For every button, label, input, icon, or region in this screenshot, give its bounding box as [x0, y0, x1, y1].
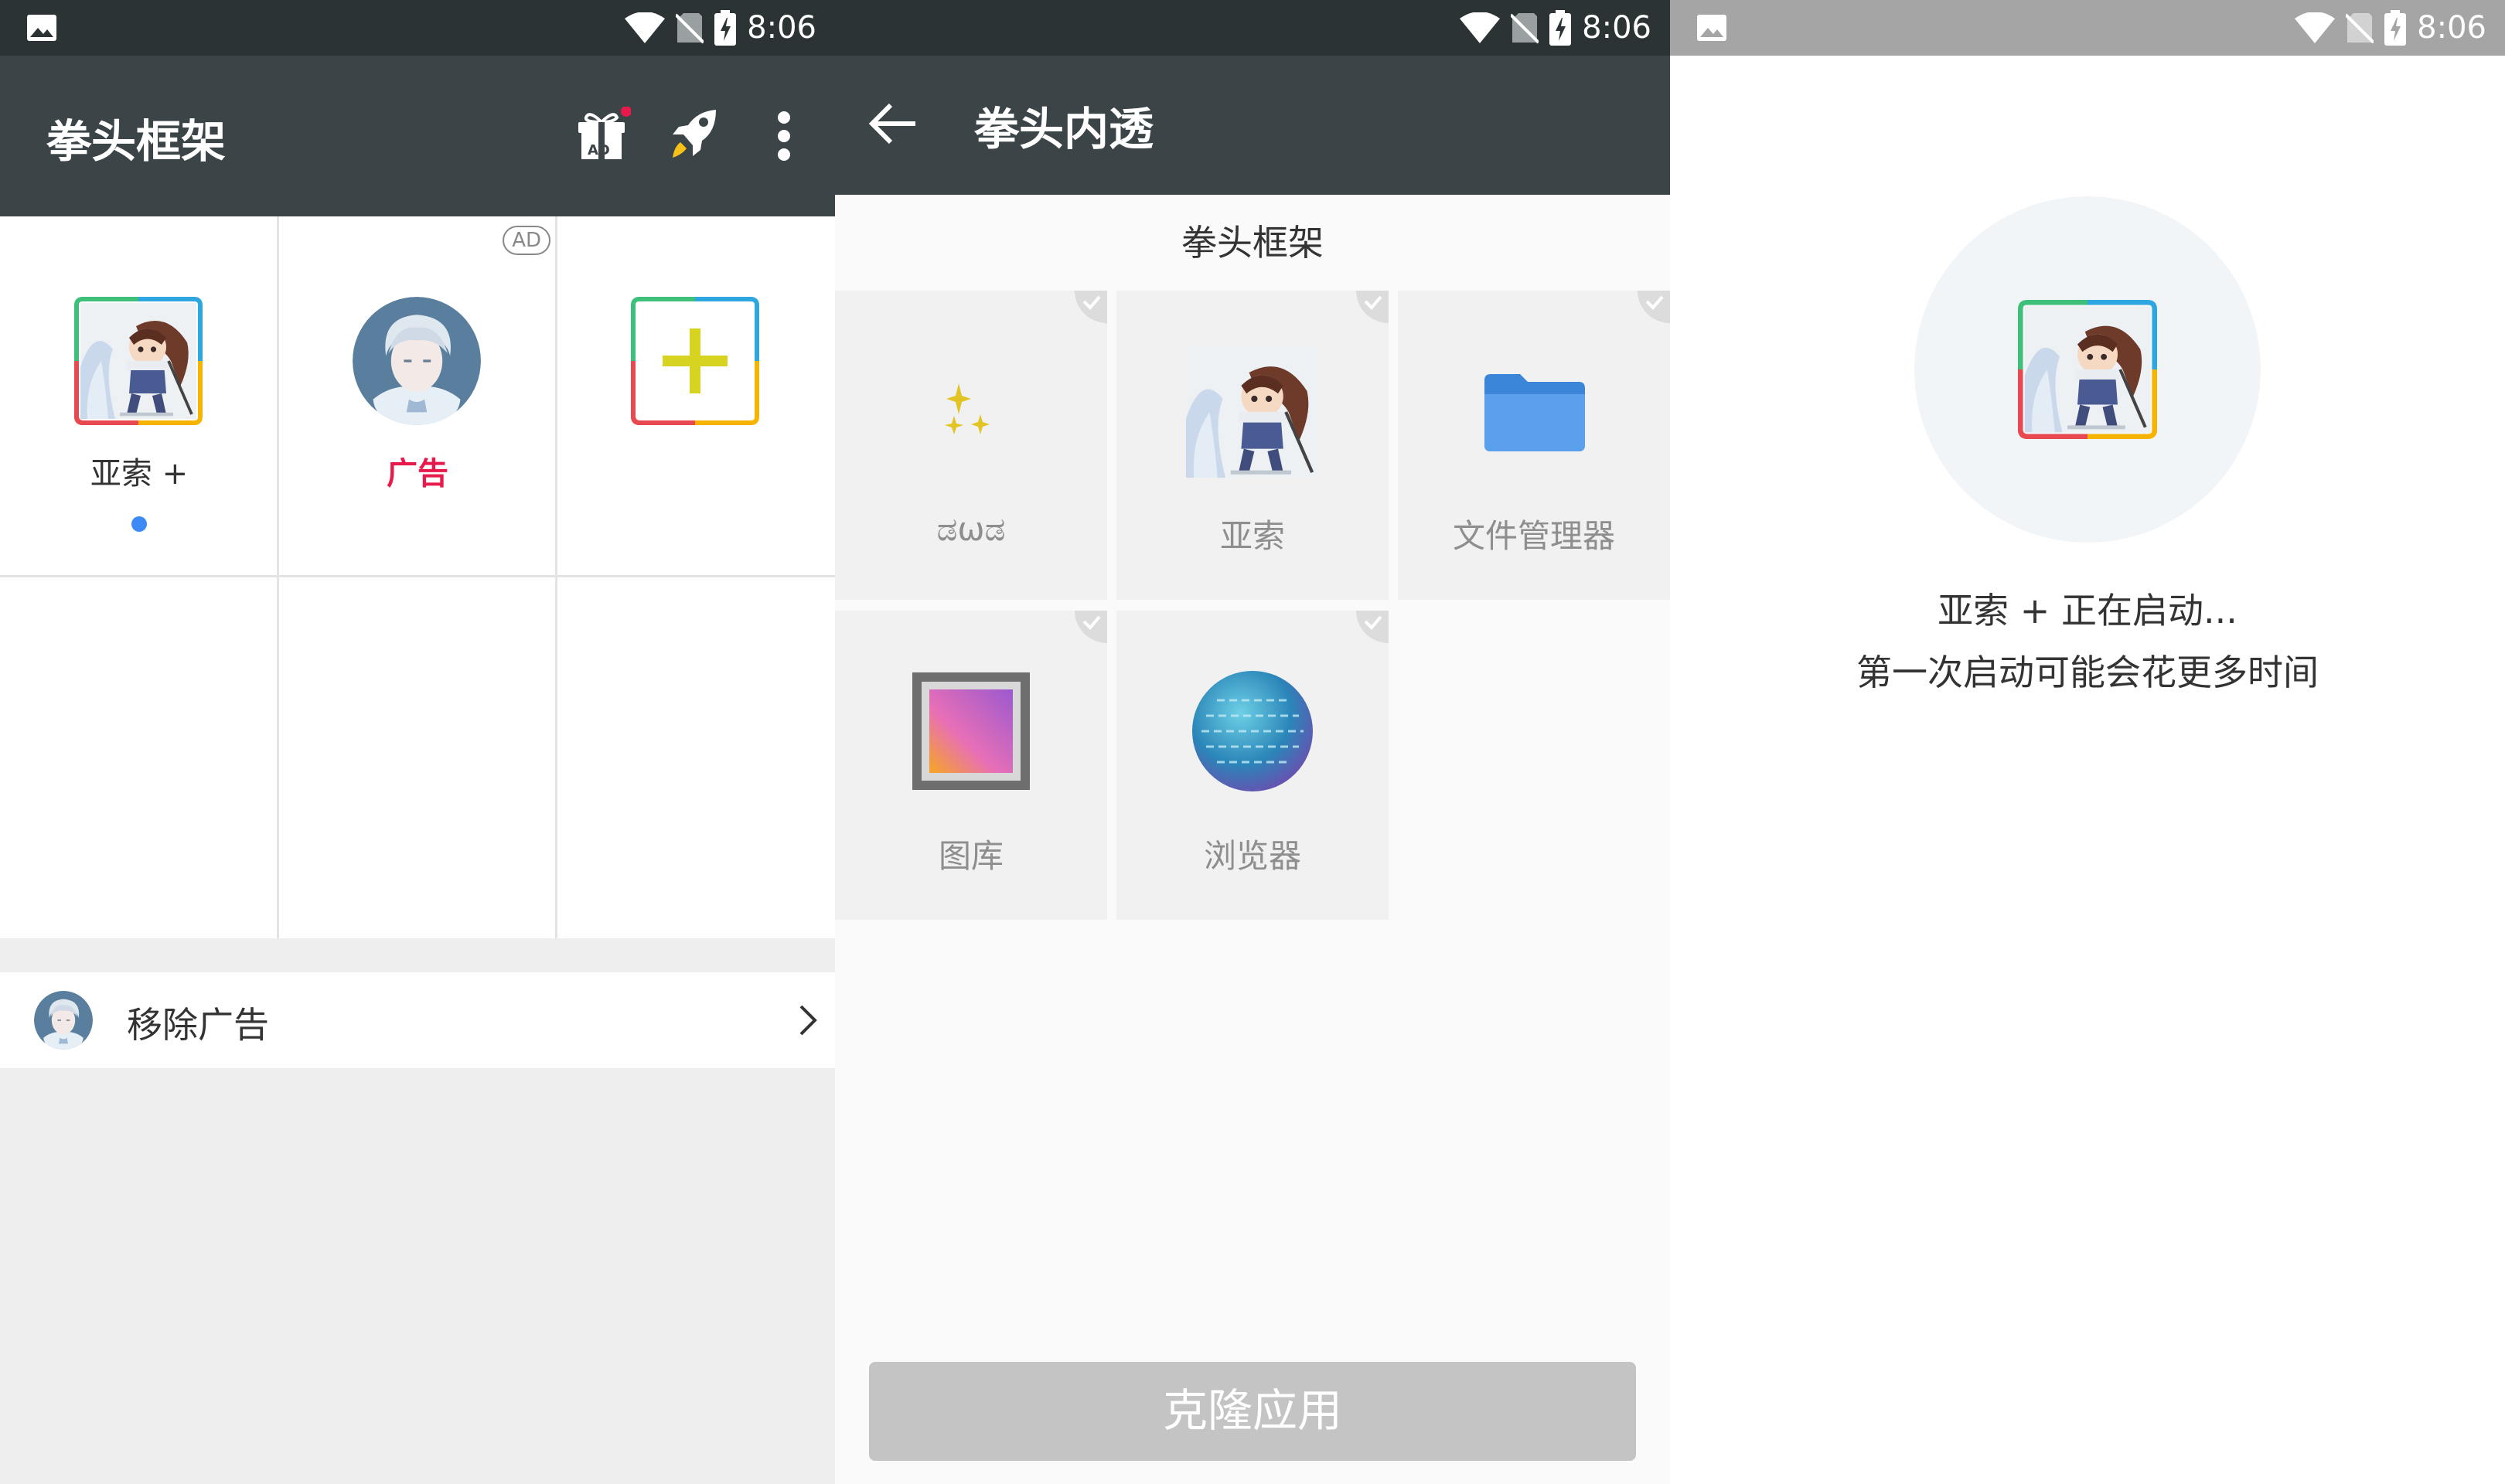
- status-bar: 8:06: [0, 0, 835, 56]
- chevron-right-icon: [799, 1005, 817, 1036]
- app-cell-ad[interactable]: AD 广告: [278, 216, 557, 577]
- check-icon: [1638, 291, 1670, 323]
- launch-icon-circle: [1914, 196, 2261, 543]
- clone-app-tile[interactable]: ಡωಡ: [835, 291, 1107, 600]
- main-screen: 8:06 拳头框架 AD 亚索 + AD 广告 移除广告: [0, 0, 835, 1484]
- check-icon: [1075, 611, 1107, 643]
- tile-label: 浏览器: [1203, 837, 1301, 875]
- page-title: 拳头内透: [974, 103, 1154, 155]
- check-icon: [1356, 291, 1389, 323]
- launching-status-text: 亚索 + 正在启动...: [1938, 590, 2237, 631]
- battery-charging-icon: [2384, 10, 2407, 46]
- no-sim-icon: [1511, 13, 1539, 44]
- clone-app-tile[interactable]: 图库: [835, 611, 1107, 920]
- first-launch-note: 第一次启动可能会花更多时间: [1856, 652, 2319, 693]
- app-title: 拳头框架: [46, 115, 227, 168]
- yasuo-app-icon: [2018, 300, 2157, 439]
- tile-label: ಡωಡ: [936, 510, 1006, 548]
- remove-ads-avatar: [34, 991, 93, 1050]
- clone-app-tile[interactable]: 文件管理器: [1398, 291, 1670, 600]
- wifi-icon: [625, 12, 666, 43]
- remove-ads-row[interactable]: 移除广告: [0, 972, 835, 1068]
- clone-app-button[interactable]: 克隆应用: [869, 1362, 1636, 1461]
- status-bar: 8:06: [835, 0, 1670, 56]
- yasuo-app-icon: [74, 297, 203, 425]
- status-bar: 8:06: [1670, 0, 2505, 56]
- new-indicator-dot: [131, 516, 147, 532]
- image-notification-icon: [1697, 15, 1726, 41]
- check-icon: [1073, 291, 1107, 325]
- ad-label: 广告: [387, 456, 448, 492]
- tile-label: 图库: [938, 837, 1004, 875]
- sparkle-app-icon: [945, 383, 990, 434]
- wifi-icon: [1460, 12, 1501, 43]
- gift-ad-button[interactable]: AD: [575, 106, 632, 162]
- ad-badge: AD: [503, 226, 550, 255]
- section-header: 拳头框架: [1181, 222, 1324, 264]
- launch-screen: 8:06 亚索 + 正在启动... 第一次启动可能会花更多时间: [1670, 0, 2505, 1484]
- app-grid: 亚索 + AD 广告: [0, 216, 835, 938]
- tile-label: 文件管理器: [1452, 517, 1615, 555]
- clone-app-tile[interactable]: 浏览器: [1116, 611, 1389, 920]
- battery-charging-icon: [1549, 10, 1572, 46]
- clone-app-tile[interactable]: 亚索: [1116, 291, 1389, 600]
- remove-ads-label: 移除广告: [127, 1004, 269, 1046]
- app-bar: 拳头内透: [835, 56, 1670, 195]
- ad-avatar-icon: [353, 297, 481, 425]
- no-sim-icon: [676, 13, 704, 44]
- gallery-icon: [912, 672, 1030, 790]
- battery-charging-icon: [714, 10, 737, 46]
- wifi-icon: [2295, 12, 2336, 43]
- more-options-icon[interactable]: [776, 110, 792, 162]
- tile-label: 亚索: [1219, 517, 1285, 555]
- check-icon: [1356, 611, 1389, 643]
- gift-ad-label: AD: [588, 142, 610, 158]
- app-label: 亚索 +: [90, 456, 189, 492]
- globe-browser-icon: [1192, 671, 1313, 791]
- clone-app-screen: 8:06 拳头内透 拳头框架 ಡωಡ 亚索 文件管理器 图库 浏览器 克隆应用: [835, 0, 1670, 1484]
- clock: 8:06: [2417, 10, 2486, 46]
- folder-icon: [1484, 374, 1585, 451]
- add-app-cell[interactable]: [557, 216, 835, 577]
- app-bar: 拳头框架 AD: [0, 56, 835, 216]
- yasuo-app-icon: [1186, 346, 1317, 478]
- image-notification-icon: [27, 15, 56, 41]
- rocket-boost-icon[interactable]: [666, 107, 721, 162]
- back-arrow-icon[interactable]: [867, 100, 918, 147]
- clock: 8:06: [747, 10, 816, 46]
- no-sim-icon: [2346, 13, 2374, 44]
- app-cell-yasuo-plus[interactable]: 亚索 +: [0, 216, 278, 577]
- clock: 8:06: [1582, 10, 1651, 46]
- add-app-icon: [631, 297, 759, 425]
